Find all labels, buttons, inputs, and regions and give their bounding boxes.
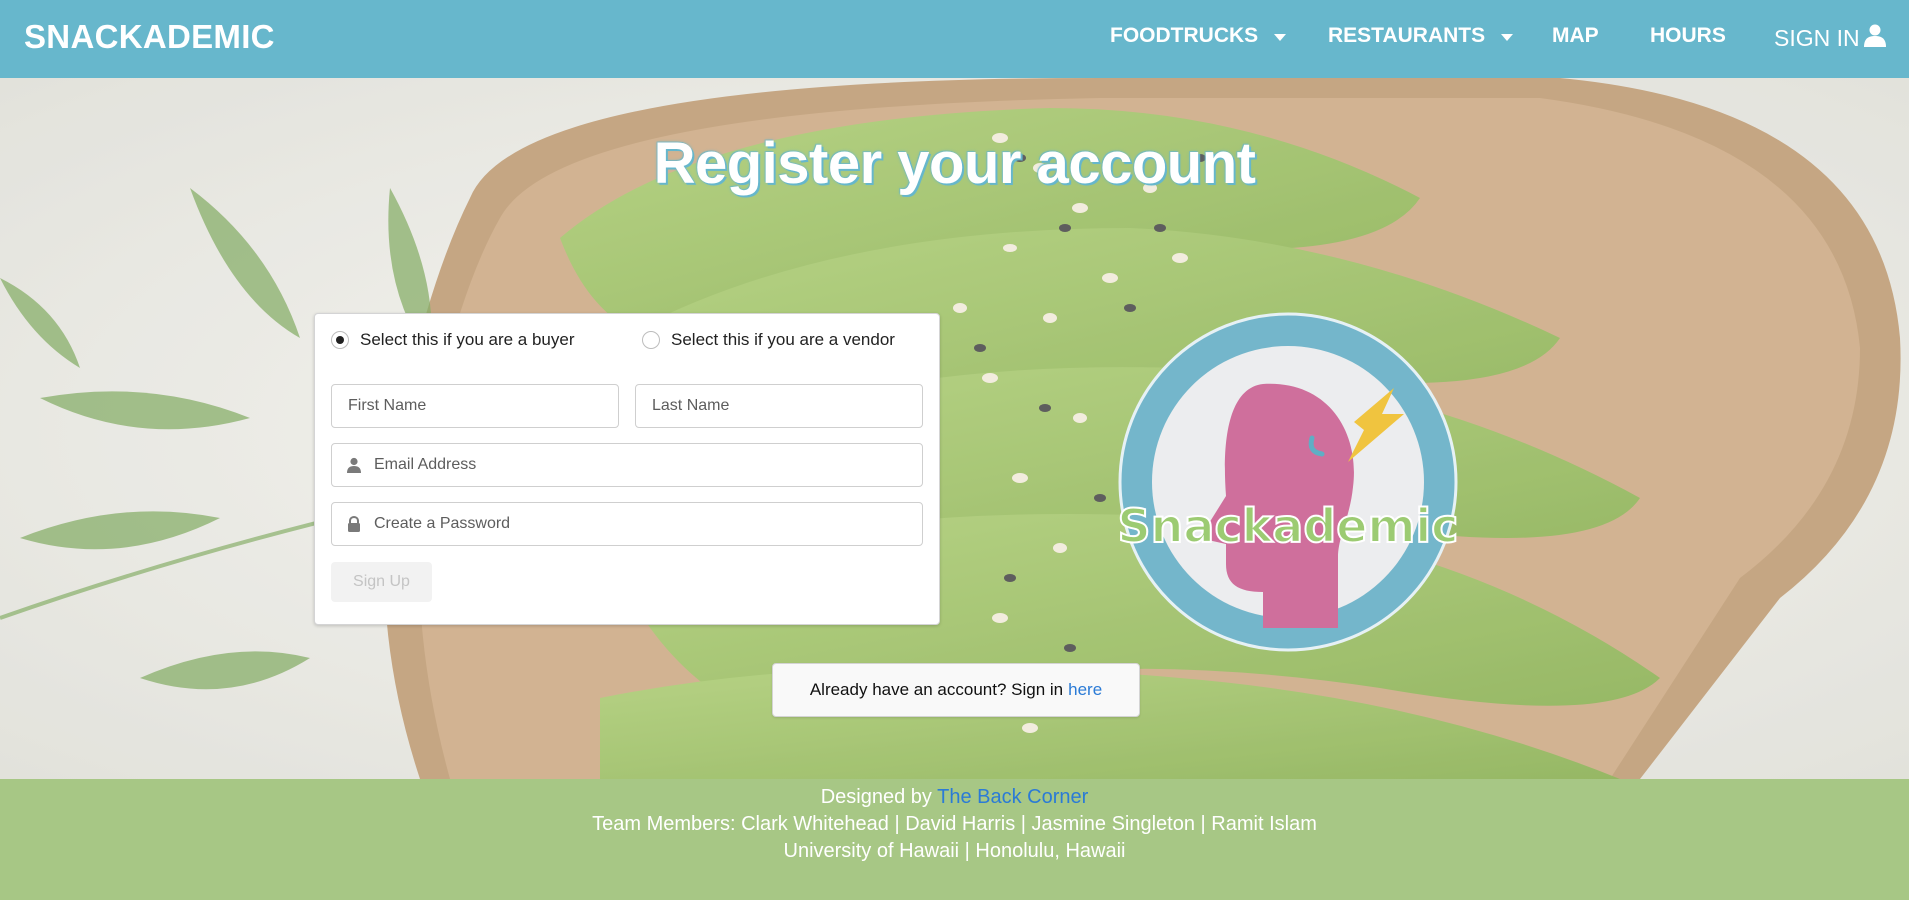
first-name-input[interactable]	[332, 385, 618, 427]
buyer-radio[interactable]	[331, 331, 349, 349]
footer-credits: Designed by The Back Corner	[0, 784, 1909, 811]
logo-wordmark: Snackademic	[1118, 499, 1459, 553]
vendor-radio[interactable]	[642, 331, 660, 349]
nav-signin-label: SIGN IN	[1774, 24, 1860, 51]
nav-hours-label: HOURS	[1650, 24, 1726, 47]
top-navbar: SNACKADEMIC FOODTRUCKS RESTAURANTS MAP H…	[0, 0, 1909, 78]
nav-map-link[interactable]: MAP	[1552, 24, 1599, 48]
nav-restaurants-label: RESTAURANTS	[1328, 24, 1486, 47]
existing-account-text: Already have an account? Sign in	[809, 680, 1064, 699]
buyer-radio-option[interactable]: Select this if you are a buyer	[331, 330, 575, 350]
caret-down-icon	[1274, 33, 1287, 41]
footer-team-members: Team Members: Clark Whitehead | David Ha…	[592, 813, 1317, 835]
sign-in-here-link[interactable]: here	[1068, 680, 1102, 700]
nav-map-label: MAP	[1552, 24, 1599, 47]
snackademic-logo: Snackademic	[1098, 292, 1478, 677]
password-field[interactable]	[331, 502, 923, 546]
nav-foodtrucks-label: FOODTRUCKS	[1110, 24, 1259, 47]
footer-team-link[interactable]: The Back Corner	[937, 786, 1088, 808]
vendor-radio-option[interactable]: Select this if you are a vendor	[642, 330, 895, 350]
nav-restaurants-dropdown[interactable]: RESTAURANTS	[1328, 24, 1514, 48]
buyer-radio-label: Select this if you are a buyer	[360, 330, 575, 349]
page-title: Register your account	[653, 131, 1256, 196]
page-footer: Designed by The Back Corner Team Members…	[0, 779, 1909, 900]
last-name-input[interactable]	[636, 385, 922, 427]
nav-hours-link[interactable]: HOURS	[1650, 24, 1726, 48]
first-name-field[interactable]	[331, 384, 619, 428]
registration-form-card: Select this if you are a buyer Select th…	[314, 313, 940, 625]
vendor-radio-label: Select this if you are a vendor	[671, 330, 895, 349]
footer-location: University of Hawaii | Honolulu, Hawaii	[783, 840, 1126, 862]
nav-foodtrucks-dropdown[interactable]: FOODTRUCKS	[1110, 24, 1287, 48]
last-name-field[interactable]	[635, 384, 923, 428]
email-input[interactable]	[332, 444, 922, 486]
existing-account-message: Already have an account? Sign in here	[772, 663, 1140, 717]
footer-designed-by: Designed by	[820, 786, 932, 808]
brand-logo-text[interactable]: SNACKADEMIC	[24, 18, 275, 56]
sign-up-button[interactable]: Sign Up	[331, 562, 432, 602]
lock-icon	[346, 515, 362, 538]
caret-down-icon	[1501, 33, 1514, 41]
email-field[interactable]	[331, 443, 923, 487]
user-icon	[346, 457, 362, 478]
password-input[interactable]	[332, 503, 922, 545]
nav-signin-link[interactable]: SIGN IN	[1774, 23, 1887, 53]
user-icon	[1863, 23, 1887, 53]
